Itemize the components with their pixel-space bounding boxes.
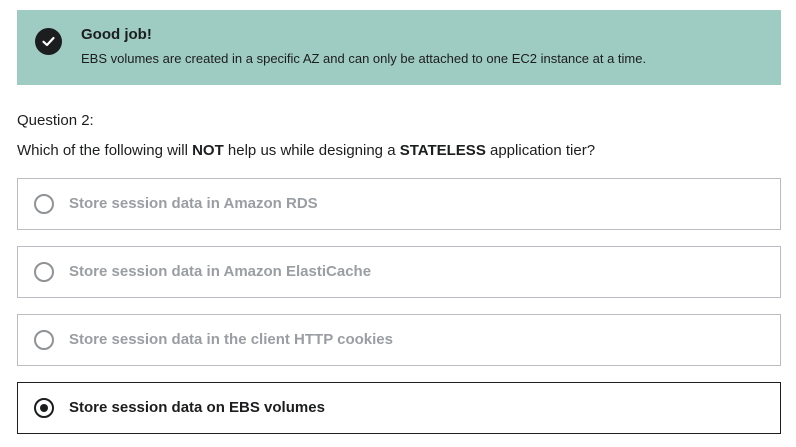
answer-option-label: Store session data in Amazon ElastiCache bbox=[69, 263, 372, 280]
feedback-title: Good job! bbox=[81, 26, 152, 43]
answer-option-label: Store session data on EBS volumes bbox=[69, 399, 325, 416]
answer-option-rds[interactable]: Store session data in Amazon RDS bbox=[17, 178, 781, 230]
feedback-message: EBS volumes are created in a specific AZ… bbox=[81, 51, 647, 66]
question-text-part: Which of the following will bbox=[17, 142, 193, 159]
answer-option-label: Store session data in Amazon RDS bbox=[69, 195, 318, 212]
radio-button[interactable] bbox=[34, 194, 54, 214]
radio-button[interactable] bbox=[34, 330, 54, 350]
question-text-part: help us while designing a bbox=[223, 142, 400, 159]
question-emphasis-not: NOT bbox=[192, 142, 224, 159]
answer-option-elasticache[interactable]: Store session data in Amazon ElastiCache bbox=[17, 246, 781, 298]
answer-option-ebs-volumes[interactable]: Store session data on EBS volumes bbox=[17, 382, 781, 434]
question-text: Which of the following will NOT help us … bbox=[17, 142, 595, 159]
radio-button[interactable] bbox=[34, 398, 54, 418]
question-text-part: application tier? bbox=[485, 142, 596, 159]
radio-button[interactable] bbox=[34, 262, 54, 282]
question-emphasis-stateless: STATELESS bbox=[399, 142, 486, 159]
question-number: Question 2: bbox=[17, 112, 94, 129]
check-circle-icon bbox=[35, 28, 62, 55]
feedback-alert: Good job! EBS volumes are created in a s… bbox=[17, 10, 781, 85]
answer-option-label: Store session data in the client HTTP co… bbox=[69, 331, 393, 348]
answer-option-http-cookies[interactable]: Store session data in the client HTTP co… bbox=[17, 314, 781, 366]
radio-dot bbox=[40, 404, 48, 412]
